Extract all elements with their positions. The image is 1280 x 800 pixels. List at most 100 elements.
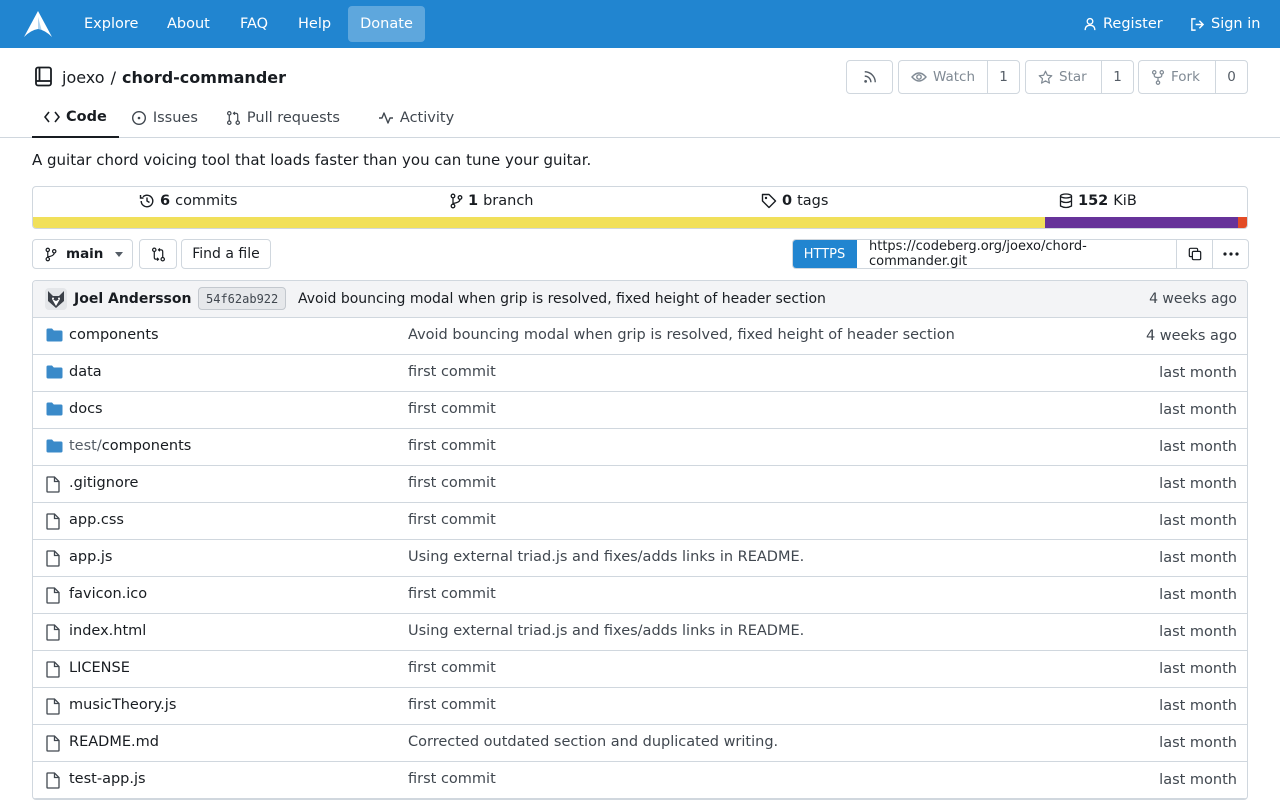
commit-sha[interactable]: 54f62ab922 — [198, 287, 287, 310]
file-commit-time: last month — [1159, 698, 1237, 714]
register-label: Register — [1103, 16, 1163, 32]
compare-button[interactable] — [139, 239, 177, 269]
file-commit-message[interactable]: first commit — [408, 771, 496, 787]
file-row[interactable]: favicon.ico first commit last month — [33, 577, 1247, 614]
size-stat: 152 KiB — [1059, 193, 1137, 209]
repo-owner-link[interactable]: joexo — [62, 68, 105, 87]
file-row[interactable]: test/components first commit last month — [33, 429, 1247, 466]
nav-about[interactable]: About — [167, 15, 210, 33]
file-row[interactable]: components Avoid bouncing modal when grip… — [33, 318, 1247, 355]
file-row[interactable]: app.js Using external triad.js and fixes/… — [33, 540, 1247, 577]
file-row[interactable]: LICENSE first commit last month — [33, 651, 1247, 688]
file-commit-time: last month — [1159, 513, 1237, 529]
file-commit-message[interactable]: first commit — [408, 660, 496, 676]
register-link[interactable]: Register — [1083, 15, 1163, 33]
watch-button[interactable]: Watch 1 — [898, 60, 1020, 94]
fork-button[interactable]: Fork 0 — [1138, 60, 1248, 94]
clone-box: HTTPS https://codeberg.org/joexo/chord-c… — [792, 239, 1249, 269]
file-row[interactable]: musicTheory.js first commit last month — [33, 688, 1247, 725]
tab-activity[interactable]: Activity — [366, 98, 466, 138]
file-name-link[interactable]: LICENSE — [69, 660, 130, 676]
fork-label: Fork — [1171, 69, 1200, 85]
file-name-link[interactable]: musicTheory.js — [69, 697, 176, 713]
star-count[interactable]: 1 — [1101, 61, 1133, 93]
file-row[interactable]: app.css first commit last month — [33, 503, 1247, 540]
file-name-link[interactable]: README.md — [69, 734, 159, 750]
folder-icon — [46, 328, 63, 342]
file-row[interactable]: .gitignore first commit last month — [33, 466, 1247, 503]
file-name-link[interactable]: data — [69, 364, 102, 380]
tab-code[interactable]: Code — [32, 98, 119, 138]
file-name-link[interactable]: index.html — [69, 623, 146, 639]
repo-name-link[interactable]: chord-commander — [122, 68, 286, 87]
fork-count[interactable]: 0 — [1215, 61, 1247, 93]
file-commit-message[interactable]: first commit — [408, 697, 496, 713]
file-icon — [46, 624, 60, 641]
file-commit-message[interactable]: first commit — [408, 586, 496, 602]
file-commit-message[interactable]: first commit — [408, 438, 496, 454]
file-row[interactable]: test-app.js first commit last month — [33, 762, 1247, 799]
branch-icon — [450, 193, 463, 209]
file-name-link[interactable]: app.js — [69, 549, 113, 565]
file-commit-message[interactable]: Using external triad.js and fixes/adds l… — [408, 549, 804, 565]
tab-issues[interactable]: Issues — [119, 98, 210, 138]
language-segment[interactable] — [1045, 217, 1239, 228]
nav-help[interactable]: Help — [298, 15, 331, 33]
history-icon — [139, 193, 155, 209]
file-list: Joel Andersson 54f62ab922 Avoid bouncing… — [32, 280, 1248, 800]
fork-icon — [1151, 69, 1165, 85]
file-name-link[interactable]: docs — [69, 401, 103, 417]
sign-in-label: Sign in — [1211, 16, 1261, 32]
tags-stat[interactable]: 0 tags — [761, 193, 828, 209]
more-options-button[interactable] — [1212, 240, 1248, 268]
file-commit-time: last month — [1159, 550, 1237, 566]
latest-commit-bar: Joel Andersson 54f62ab922 Avoid bouncing… — [33, 281, 1247, 318]
tab-pull-requests[interactable]: Pull requests — [214, 98, 352, 138]
commits-stat[interactable]: 6 commits — [139, 193, 237, 209]
branch-selector[interactable]: main — [32, 239, 133, 269]
file-name-text: index.html — [69, 623, 147, 639]
copy-url-button[interactable] — [1176, 240, 1212, 268]
file-commit-message[interactable]: first commit — [408, 475, 496, 491]
codeberg-logo-icon[interactable] — [22, 9, 54, 39]
watch-count[interactable]: 1 — [987, 61, 1019, 93]
file-commit-message[interactable]: first commit — [408, 512, 496, 528]
rss-button[interactable] — [846, 60, 893, 94]
language-bar[interactable] — [33, 217, 1247, 228]
find-file-button[interactable]: Find a file — [181, 239, 271, 269]
avatar[interactable] — [45, 288, 67, 310]
https-toggle[interactable]: HTTPS — [793, 240, 856, 268]
file-row[interactable]: README.md Corrected outdated section and … — [33, 725, 1247, 762]
sign-in-link[interactable]: Sign in — [1190, 15, 1260, 33]
file-name-text: components — [101, 438, 192, 454]
file-name-link[interactable]: app.css — [69, 512, 124, 528]
star-button[interactable]: Star 1 — [1025, 60, 1134, 94]
file-commit-message[interactable]: Using external triad.js and fixes/adds l… — [408, 623, 804, 639]
file-commit-message[interactable]: first commit — [408, 364, 496, 380]
branches-stat[interactable]: 1 branch — [450, 193, 534, 209]
file-row[interactable]: index.html Using external triad.js and fi… — [33, 614, 1247, 651]
tags-count: 0 — [782, 193, 793, 209]
file-name-link[interactable]: test-app.js — [69, 771, 146, 787]
file-name-link[interactable]: components — [69, 327, 159, 343]
path-prefix[interactable]: test/ — [69, 438, 102, 454]
language-segment[interactable] — [1238, 217, 1247, 228]
donate-button[interactable]: Donate — [348, 6, 425, 42]
eye-icon — [911, 71, 927, 83]
file-row[interactable]: data first commit last month — [33, 355, 1247, 392]
file-commit-message[interactable]: Corrected outdated section and duplicate… — [408, 734, 778, 750]
commit-message[interactable]: Avoid bouncing modal when grip is resolv… — [298, 291, 826, 307]
file-name-text: app.css — [69, 512, 124, 528]
nav-faq[interactable]: FAQ — [240, 15, 268, 33]
file-name-link[interactable]: .gitignore — [69, 475, 138, 491]
nav-explore[interactable]: Explore — [84, 15, 138, 33]
file-name-link[interactable]: favicon.ico — [69, 586, 147, 602]
language-segment[interactable] — [33, 217, 1046, 228]
file-row[interactable]: docs first commit last month — [33, 392, 1247, 429]
file-commit-message[interactable]: Avoid bouncing modal when grip is resolv… — [408, 327, 955, 343]
commit-author[interactable]: Joel Andersson — [74, 291, 191, 307]
file-commit-message[interactable]: first commit — [408, 401, 496, 417]
file-name-link[interactable]: test/components — [69, 438, 191, 454]
clone-url-input[interactable]: https://codeberg.org/joexo/chord-command… — [856, 240, 1176, 268]
file-icon — [46, 587, 60, 604]
